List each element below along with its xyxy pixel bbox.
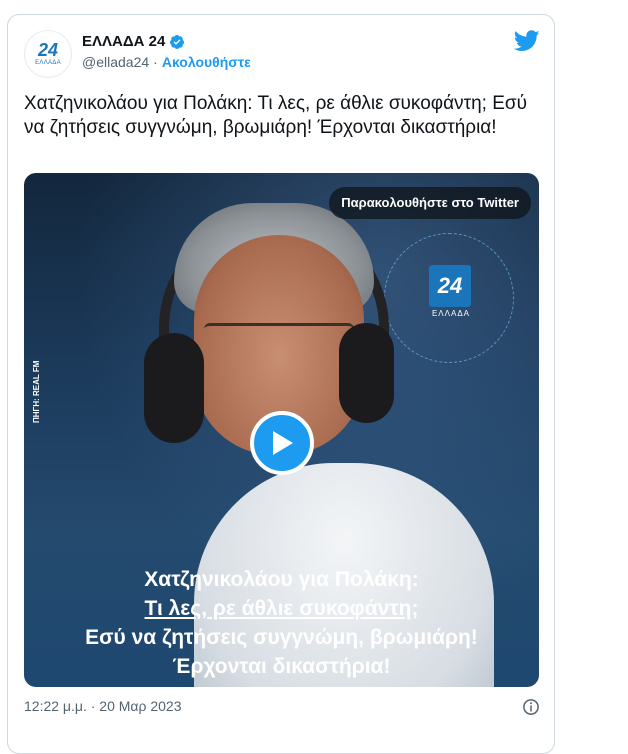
account-name-row: ΕΛΛΑΔΑ 24 <box>82 33 185 50</box>
account-handle[interactable]: @ellada24 <box>82 54 149 70</box>
video-person-glasses <box>204 323 354 354</box>
avatar-logo-number: 24 <box>37 40 59 60</box>
tweet-video[interactable]: 24 ΕΛΛΑΔΑ ΠΗΓΗ: REAL FM Παρακολουθήστε σ… <box>24 173 539 687</box>
follow-button[interactable]: Ακολουθήστε <box>162 54 251 70</box>
info-icon[interactable] <box>522 698 540 716</box>
separator-dot: · <box>153 54 158 70</box>
embedded-tweet-card[interactable]: 24 ΕΛΛΑΔΑ ΕΛΛΑΔΑ 24 @ellada24 · Ακολουθήστ… <box>7 14 555 754</box>
caption-line-4: Έρχονται δικαστήρια! <box>172 655 391 678</box>
twitter-bird-icon[interactable] <box>514 30 540 52</box>
tweet-header: 24 ΕΛΛΑΔΑ ΕΛΛΑΔΑ 24 @ellada24 · Ακολουθήστ… <box>24 30 540 78</box>
caption-line-2: Τι λες, ρε άθλιε συκοφάντη; <box>144 597 419 620</box>
play-icon <box>273 431 293 455</box>
caption-line-1: Χατζηνικολάου για Πολάκη: <box>144 568 419 591</box>
page-top-strip <box>0 0 628 8</box>
headphone-right <box>339 323 394 423</box>
avatar[interactable]: 24 ΕΛΛΑΔΑ <box>24 30 72 78</box>
verified-badge-icon <box>170 34 185 49</box>
caption-line-3: Εσύ να ζητήσεις συγγνώμη, βρωμιάρη! <box>85 626 478 649</box>
handle-row: @ellada24 · Ακολουθήστε <box>82 54 251 70</box>
headphone-left <box>144 333 204 443</box>
channel-logo-subtext: ΕΛΛΑΔΑ <box>431 309 471 318</box>
video-source-credit: ΠΗΓΗ: REAL FM <box>32 360 41 423</box>
play-button[interactable] <box>250 411 314 475</box>
tweet-footer: 12:22 μ.μ. · 20 Μαρ 2023 <box>24 698 540 720</box>
watch-on-twitter-button[interactable]: Παρακολουθήστε στο Twitter <box>329 187 531 219</box>
video-caption-overlay: Χατζηνικολάου για Πολάκη: Τι λες, ρε άθλ… <box>24 565 539 681</box>
channel-logo: 24 <box>429 265 471 307</box>
account-name[interactable]: ΕΛΛΑΔΑ 24 <box>82 33 165 50</box>
tweet-text: Χατζηνικολάου για Πολάκη: Τι λες, ρε άθλ… <box>24 93 527 138</box>
avatar-logo-subtext: ΕΛΛΑΔΑ <box>35 60 61 66</box>
tweet-timestamp[interactable]: 12:22 μ.μ. · 20 Μαρ 2023 <box>24 698 182 714</box>
